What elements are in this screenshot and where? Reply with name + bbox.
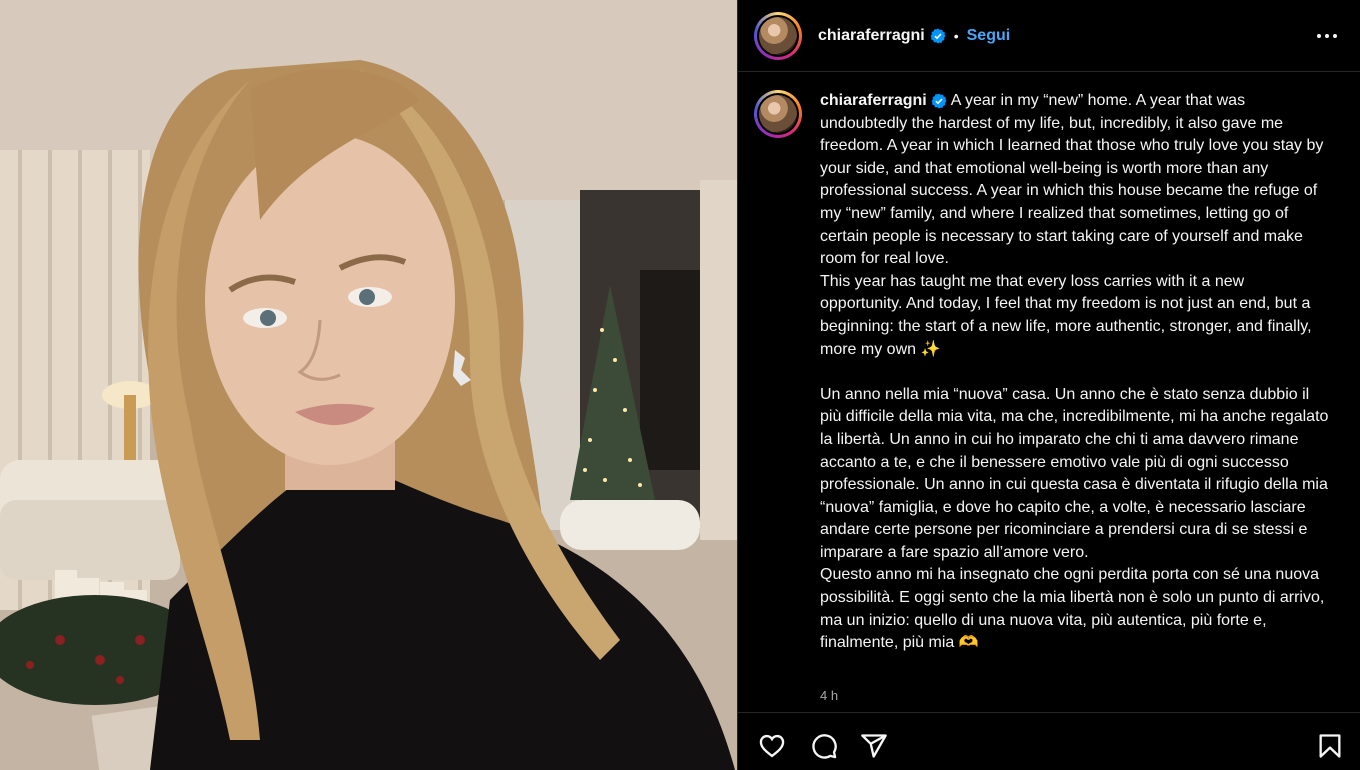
caption-section: chiaraferragni A year in my “new” home. A… [754,90,1354,655]
instagram-post: chiaraferragni • Segui chiaraferragni A y… [0,0,1360,770]
caption-author-avatar[interactable] [754,90,802,138]
share-icon[interactable] [860,732,888,760]
comment-icon[interactable] [810,732,838,760]
caption-username[interactable]: chiaraferragni [820,92,927,109]
more-options-icon[interactable] [1315,24,1339,48]
post-actions-bar [738,712,1360,770]
author-username[interactable]: chiaraferragni [818,27,925,45]
post-caption: chiaraferragni A year in my “new” home. A… [820,90,1330,655]
bookmark-icon[interactable] [1316,732,1344,760]
heart-icon[interactable] [758,732,786,760]
verified-badge-icon [930,28,946,44]
post-timestamp[interactable]: 4 h [820,688,838,703]
post-photo-illustration [0,0,737,770]
caption-body: A year in my “new” home. A year that was… [820,92,1329,652]
verified-badge-icon [931,93,947,109]
post-header: chiaraferragni • Segui [738,0,1360,72]
author-avatar[interactable] [754,11,802,60]
separator-dot: • [953,27,959,44]
follow-button[interactable]: Segui [967,27,1011,45]
post-photo[interactable] [0,0,737,770]
post-side-panel: chiaraferragni • Segui chiaraferragni A y… [737,0,1360,770]
